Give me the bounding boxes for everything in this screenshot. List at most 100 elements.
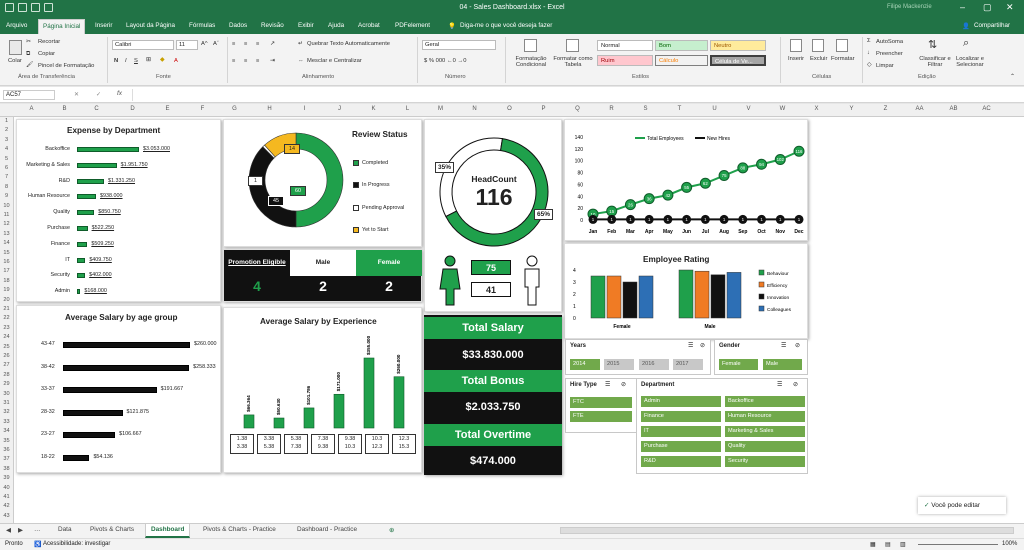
row-header[interactable]: 20 [0,297,13,303]
grow-font-icon[interactable]: A^ [201,41,208,47]
column-header[interactable]: V [742,106,755,112]
tell-me-search[interactable]: Diga-me o que você deseja fazer [460,22,552,29]
tab-ajuda[interactable]: Ajuda [328,22,344,29]
format-cells-button[interactable]: Formatar [831,56,855,62]
row-header[interactable]: 31 [0,400,13,406]
format-painter-icon[interactable]: 🖌 [26,62,33,68]
wrap-text-button[interactable]: Quebrar Texto Automaticamente [307,41,390,47]
multi-select-icon[interactable]: ☰ [781,342,786,349]
insert-cells-button[interactable]: Inserir [788,56,804,62]
cancel-entry-icon[interactable]: ✕ [74,91,79,98]
page-break-icon[interactable]: ▥ [900,541,906,548]
row-header[interactable]: 36 [0,447,13,453]
sheet-tab-pivots-practice[interactable]: Pivots & Charts - Practice [203,526,276,533]
column-header[interactable]: AB [947,106,960,112]
multi-select-icon[interactable]: ☰ [777,381,782,388]
slicer-item[interactable]: IT [641,426,721,437]
tab-pdfelement[interactable]: PDFelement [395,22,430,29]
insert-cells-icon[interactable] [790,39,802,52]
row-header[interactable]: 33 [0,419,13,425]
copy-icon[interactable]: ⧉ [26,51,30,58]
format-cells-icon[interactable] [836,39,848,52]
row-header[interactable]: 26 [0,353,13,359]
column-header[interactable]: Q [571,106,584,112]
column-header[interactable]: L [401,106,414,112]
underline-icon[interactable]: S [134,58,138,64]
zoom-slider[interactable] [918,544,998,545]
more-sheets-icon[interactable]: … [34,526,40,533]
column-header[interactable]: Y [845,106,858,112]
format-painter-button[interactable]: Pincel de Formatação [38,63,94,69]
align-right-icon[interactable]: ≡ [256,58,259,64]
number-format-select[interactable]: Geral [422,40,496,50]
row-header[interactable]: 17 [0,268,13,274]
row-header[interactable]: 1 [0,118,13,124]
clear-filter-icon[interactable]: ⊘ [795,342,800,349]
column-header[interactable]: P [537,106,550,112]
row-header[interactable]: 30 [0,391,13,397]
row-header[interactable]: 15 [0,250,13,256]
clear-button[interactable]: Limpar [876,63,894,69]
borders-icon[interactable]: ⊞ [146,57,151,63]
slicer-item[interactable]: 2016 [639,359,669,370]
row-header[interactable]: 34 [0,428,13,434]
collapse-ribbon-icon[interactable]: ⌃ [1010,74,1015,80]
tab-arquivo[interactable]: Arquivo [6,22,27,29]
align-center-icon[interactable]: ≡ [244,58,247,64]
slicer-item[interactable]: 2015 [604,359,634,370]
row-header[interactable]: 2 [0,127,13,133]
row-header[interactable]: 13 [0,231,13,237]
column-header[interactable]: A [25,106,38,112]
clear-filter-icon[interactable]: ⊘ [621,381,626,388]
slicer-item[interactable]: Backoffice [725,396,805,407]
style-neutro[interactable]: Neutro [710,40,766,51]
wrap-text-icon[interactable]: ↵ [298,41,303,47]
column-header[interactable]: D [126,106,139,112]
tab-inserir[interactable]: Inserir [95,22,113,29]
fill-color-icon[interactable]: ◆ [160,57,164,63]
row-header[interactable]: 18 [0,278,13,284]
row-header[interactable]: 35 [0,438,13,444]
clear-filter-icon[interactable]: ⊘ [700,342,705,349]
autosum-icon[interactable]: Σ [867,38,871,44]
row-header[interactable]: 12 [0,221,13,227]
row-header[interactable]: 43 [0,513,13,519]
column-header[interactable]: T [673,106,686,112]
sheet-tab-dashboard-practice[interactable]: Dashboard - Practice [297,526,357,533]
tab-formulas[interactable]: Fórmulas [189,22,215,29]
column-header[interactable]: U [708,106,721,112]
indent-icon[interactable]: ⇥ [270,58,275,64]
column-header[interactable]: AA [913,106,926,112]
slicer-item[interactable]: Human Resource [725,411,805,422]
multi-select-icon[interactable]: ☰ [605,381,610,388]
column-header[interactable]: AC [980,106,993,112]
tab-acrobat[interactable]: Acrobat [358,22,380,29]
tab-exibir[interactable]: Exibir [298,22,314,29]
maximize-icon[interactable]: ▢ [983,2,992,13]
row-header[interactable]: 16 [0,259,13,265]
share-icon[interactable]: 👤 [962,22,970,30]
column-header[interactable]: F [196,106,209,112]
font-color-icon[interactable]: A [174,58,178,64]
normal-view-icon[interactable]: ▦ [870,541,876,548]
sort-filter-button[interactable]: Classificar e Filtrar [918,56,952,68]
column-header[interactable]: W [776,106,789,112]
style-celula[interactable]: Célula de Ve... [710,55,766,66]
align-bottom-icon[interactable]: ≡ [256,41,259,47]
fill-icon[interactable]: ↓ [867,50,870,56]
row-header[interactable]: 24 [0,334,13,340]
slicer-item[interactable]: Purchase [641,441,721,452]
column-header[interactable]: Z [879,106,892,112]
column-header[interactable]: O [503,106,516,112]
align-left-icon[interactable]: ≡ [232,58,235,64]
accessibility-icon[interactable]: ♿ [34,541,41,548]
style-bom[interactable]: Bom [655,40,708,51]
horizontal-scrollbar[interactable] [560,527,1014,534]
add-sheet-icon[interactable]: ⊕ [389,526,394,534]
slicer-item[interactable]: Male [763,359,802,370]
confirm-entry-icon[interactable]: ✓ [96,91,101,98]
row-header[interactable]: 3 [0,137,13,143]
slicer-item[interactable]: 2017 [673,359,703,370]
column-header[interactable]: C [90,106,103,112]
column-header[interactable]: R [605,106,618,112]
